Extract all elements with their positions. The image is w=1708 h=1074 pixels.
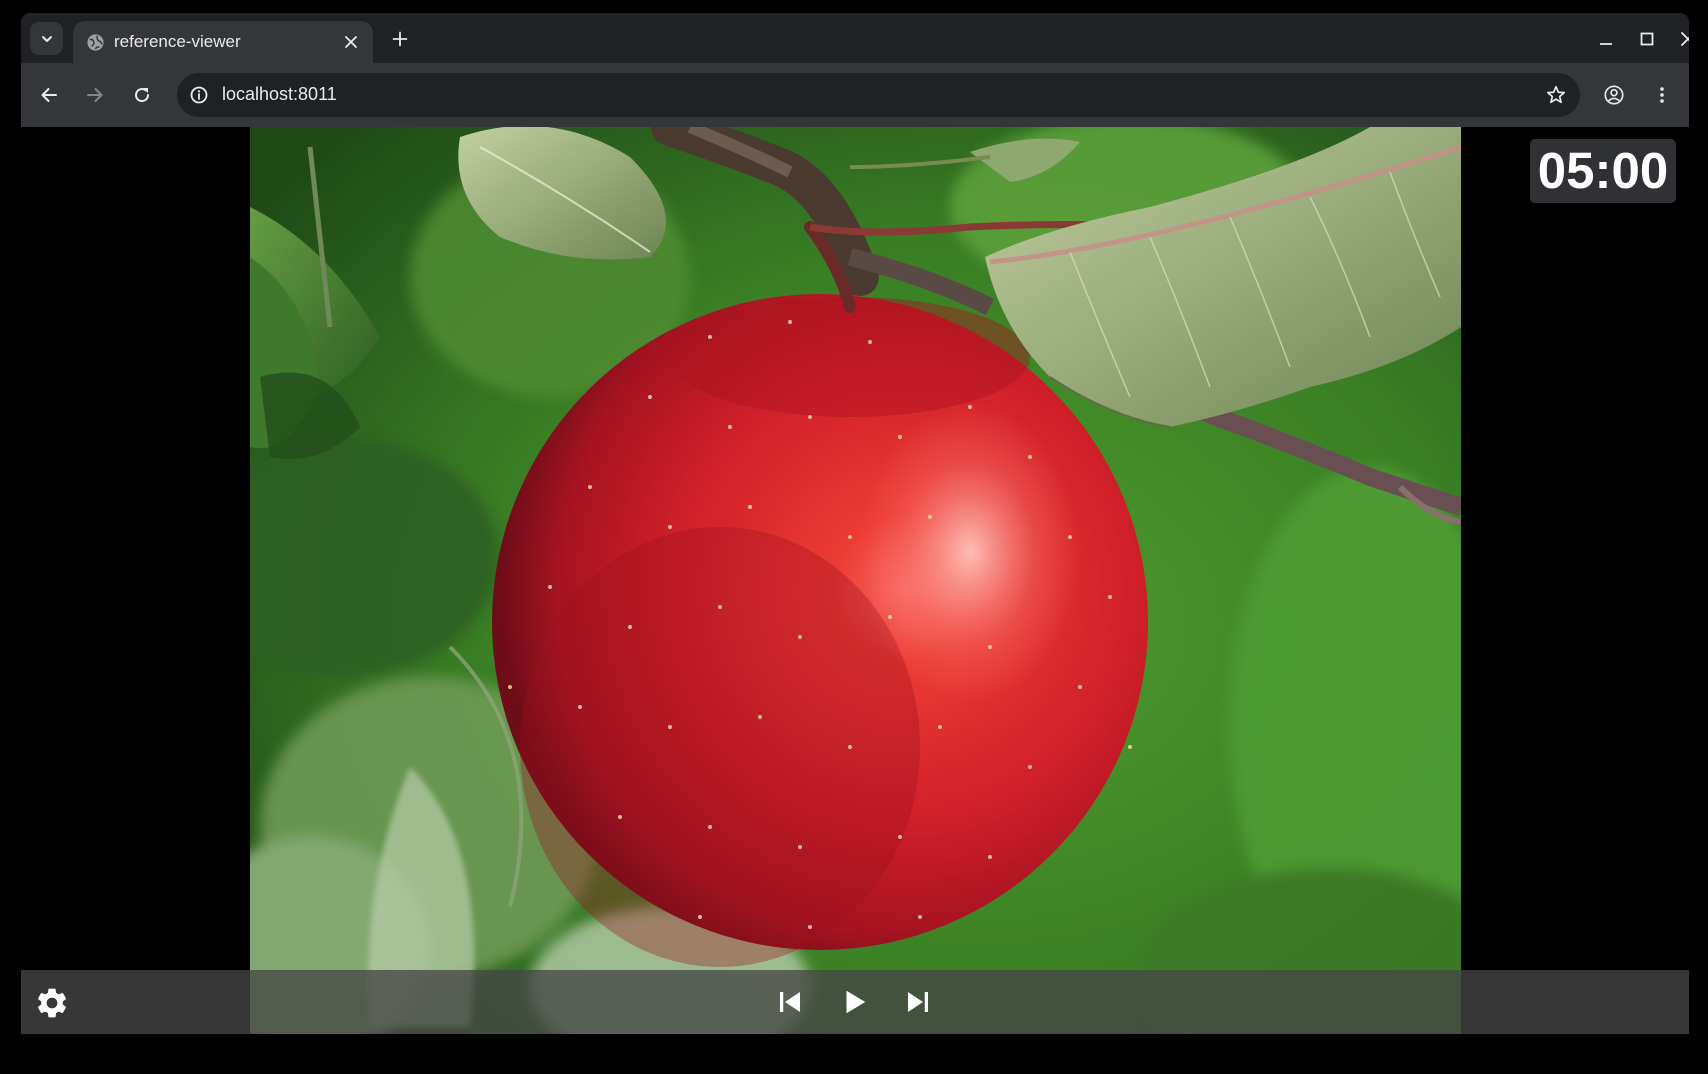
skip-next-icon — [908, 992, 928, 1012]
plus-icon — [392, 31, 408, 47]
viewer-control-bar — [21, 970, 1689, 1034]
browser-window: reference-viewer localhost:8011 05:00 — [21, 13, 1689, 1034]
countdown-timer: 05:00 — [1530, 139, 1676, 203]
minimize-icon — [1600, 43, 1612, 45]
tab-strip: reference-viewer — [21, 13, 1689, 63]
new-tab-button[interactable] — [387, 26, 413, 52]
reload-button[interactable] — [125, 78, 159, 112]
site-info-button[interactable] — [187, 83, 211, 107]
viewer-page: 05:00 — [21, 127, 1689, 1034]
url-text: localhost:8011 — [222, 84, 337, 104]
close-window-button[interactable] — [1675, 26, 1689, 52]
close-icon — [345, 36, 357, 48]
globe-icon — [87, 34, 104, 51]
star-icon — [1546, 85, 1566, 104]
bookmark-button[interactable] — [1544, 83, 1568, 107]
settings-button[interactable] — [31, 982, 73, 1024]
maximize-button[interactable] — [1634, 26, 1660, 52]
tab-search-button[interactable] — [30, 22, 63, 55]
info-icon — [190, 86, 208, 104]
account-icon — [1604, 85, 1624, 105]
next-button[interactable] — [900, 984, 936, 1020]
forward-button[interactable] — [78, 78, 112, 112]
arrow-left-icon — [41, 88, 57, 102]
reference-image — [250, 127, 1461, 1034]
tab-title: reference-viewer — [114, 32, 241, 51]
gear-icon — [37, 988, 67, 1018]
maximize-icon — [1640, 32, 1654, 46]
back-button[interactable] — [32, 78, 66, 112]
tab-reference-viewer[interactable]: reference-viewer — [73, 21, 373, 63]
tab-close-button[interactable] — [339, 30, 363, 54]
browser-toolbar: localhost:8011 — [21, 63, 1689, 127]
browser-menu-button[interactable] — [1645, 78, 1679, 112]
more-vert-icon — [1660, 87, 1664, 103]
skip-previous-icon — [780, 992, 800, 1012]
arrow-right-icon — [87, 88, 103, 102]
profile-button[interactable] — [1597, 78, 1631, 112]
play-icon — [846, 990, 866, 1014]
play-button[interactable] — [836, 984, 872, 1020]
address-bar[interactable]: localhost:8011 — [177, 73, 1580, 117]
chevron-down-icon — [41, 35, 52, 42]
previous-button[interactable] — [772, 984, 808, 1020]
reload-icon — [135, 88, 150, 103]
minimize-button[interactable] — [1593, 26, 1619, 52]
close-icon — [1681, 32, 1689, 46]
